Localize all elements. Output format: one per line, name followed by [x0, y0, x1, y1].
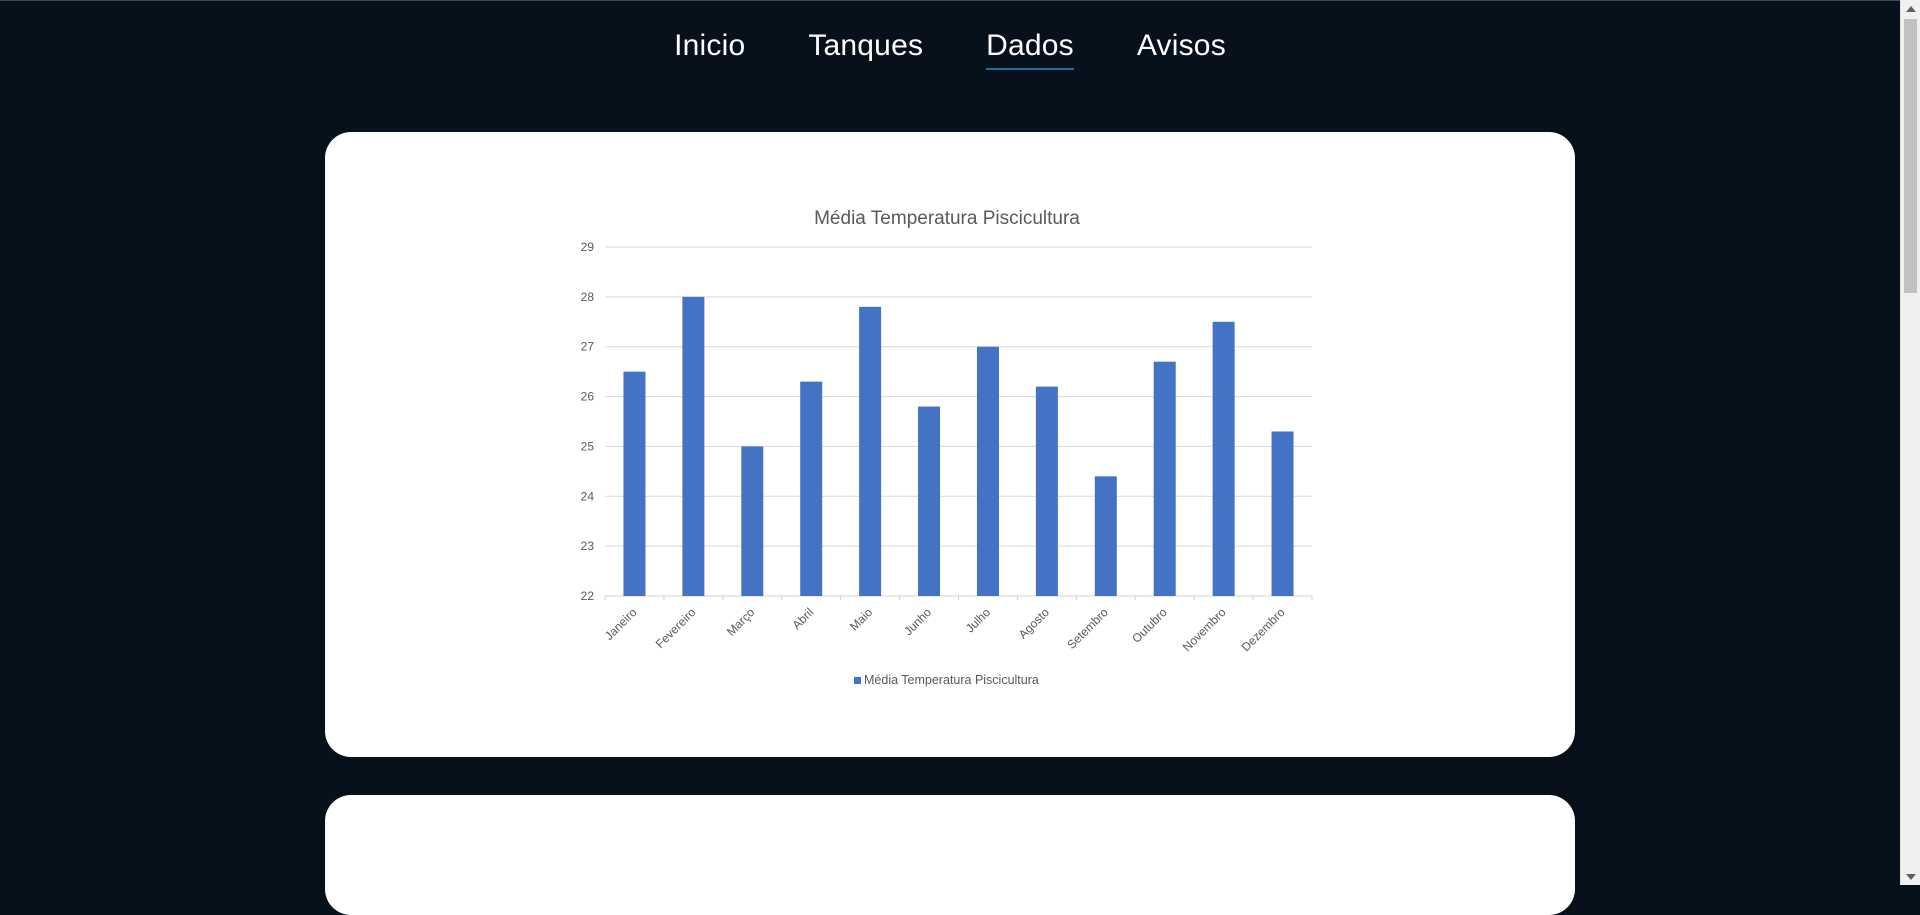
- x-axis-ticks: Janeiro Fevereiro Março Abril Maio Junho Julho…: [602, 596, 1313, 654]
- y-tick-label: 28: [581, 290, 595, 304]
- bar-julho: [976, 346, 999, 596]
- nav-avisos[interactable]: Avisos: [1137, 26, 1226, 70]
- y-axis-ticks: 22 23 24 25 26 27 28 29: [581, 240, 595, 603]
- chart-title: Média Temperatura Piscicultura: [814, 208, 1080, 229]
- secondary-card: [325, 795, 1575, 915]
- x-tick-label: Janeiro: [602, 605, 640, 643]
- x-tick-label: Dezembro: [1239, 605, 1288, 654]
- bar-maio: [859, 306, 882, 596]
- main-nav: Inicio Tanques Dados Avisos: [0, 26, 1900, 70]
- scroll-down-arrow-icon[interactable]: [1901, 868, 1920, 885]
- scroll-up-arrow-icon[interactable]: [1901, 0, 1920, 17]
- x-tick-label: Setembro: [1064, 605, 1111, 652]
- bar-abril: [800, 381, 823, 596]
- nav-dados[interactable]: Dados: [986, 26, 1074, 70]
- chart-legend: Média Temperatura Piscicultura: [854, 673, 1039, 687]
- x-tick-label: Outubro: [1129, 605, 1170, 646]
- x-tick-label: Junho: [901, 605, 934, 638]
- bar-janeiro: [623, 371, 646, 596]
- chart-card: Média Temperatura Piscicultura 22 23 24 25 2…: [325, 132, 1575, 757]
- temperature-chart: Média Temperatura Piscicultura 222324252…: [581, 208, 1313, 687]
- x-tick-label: Abril: [789, 605, 816, 632]
- y-tick-label: 26: [581, 390, 595, 404]
- x-tick-label: Julho: [963, 605, 993, 635]
- chart-gridlines: [605, 246, 1312, 597]
- legend-label: Média Temperatura Piscicultura: [864, 673, 1039, 687]
- x-tick-label: Maio: [847, 605, 876, 634]
- bar-outubro: [1153, 361, 1176, 596]
- y-tick-label: 29: [581, 240, 595, 254]
- legend-swatch: [854, 677, 861, 684]
- bar-novembro: [1212, 321, 1235, 596]
- scrollbar-thumb[interactable]: [1904, 19, 1917, 293]
- bar-dezembro: [1271, 431, 1294, 596]
- y-tick-label: 22: [581, 589, 595, 603]
- bar-junho: [918, 406, 941, 596]
- y-tick-label: 24: [581, 489, 595, 503]
- bar-setembro: [1094, 476, 1117, 596]
- y-tick-label: 25: [581, 439, 595, 453]
- x-tick-label: Agosto: [1016, 605, 1053, 642]
- window-top-border: [0, 0, 1900, 1]
- bar-março: [741, 446, 764, 596]
- x-tick-label: Novembro: [1180, 605, 1229, 654]
- bar-fevereiro: [682, 296, 705, 596]
- vertical-scrollbar[interactable]: [1900, 0, 1920, 885]
- x-tick-label: Fevereiro: [653, 605, 699, 651]
- nav-inicio[interactable]: Inicio: [674, 26, 745, 70]
- x-tick-label: Março: [724, 605, 758, 639]
- nav-tanques[interactable]: Tanques: [808, 26, 923, 70]
- y-tick-label: 27: [581, 340, 595, 354]
- y-tick-label: 23: [581, 539, 595, 553]
- bar-agosto: [1035, 386, 1058, 596]
